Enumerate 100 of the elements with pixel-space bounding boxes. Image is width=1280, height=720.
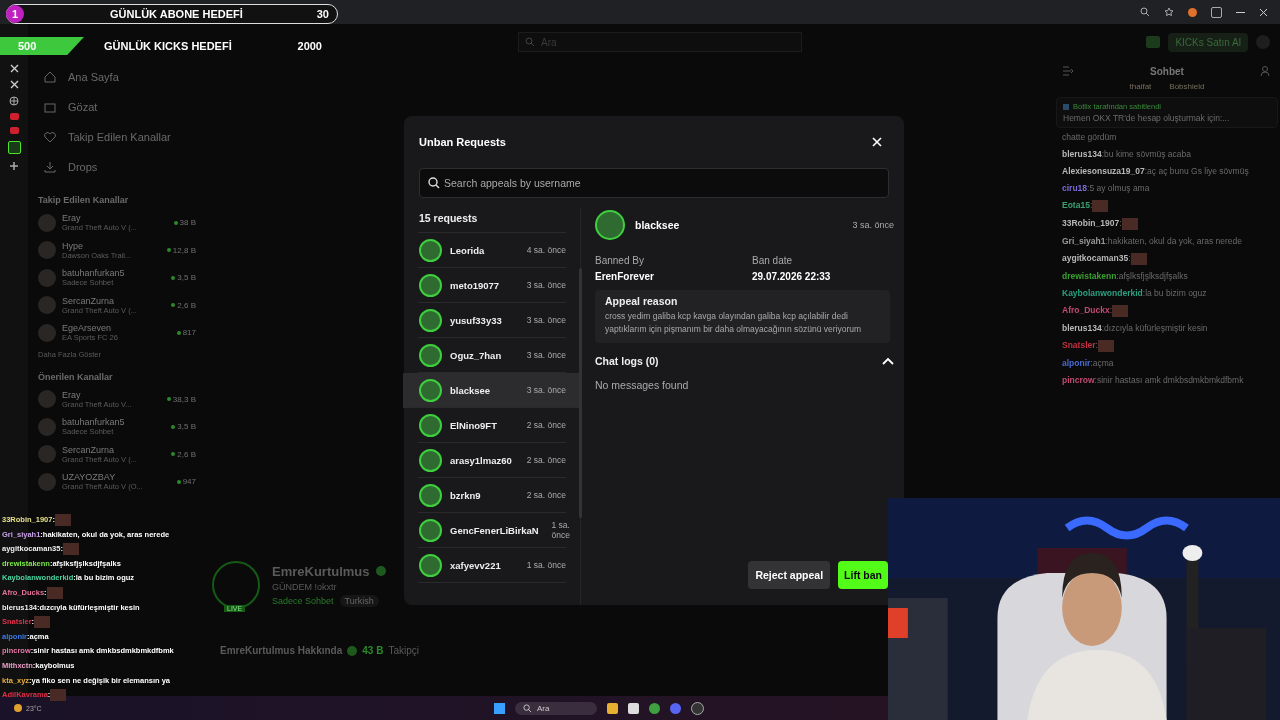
close-icon[interactable] — [1259, 7, 1268, 17]
tv-icon — [44, 101, 56, 113]
nav-item[interactable]: Drops — [38, 152, 200, 182]
search-field[interactable]: Ara — [515, 701, 598, 715]
search-field[interactable]: Search appeals by username — [419, 168, 889, 198]
emote-icon — [1130, 253, 1147, 266]
live-dot-icon — [171, 275, 176, 280]
avatar-icon — [419, 308, 442, 332]
request-item[interactable]: bzrkn9 2 sa. önce — [418, 478, 566, 513]
nav-item[interactable]: Ana Sayfa — [38, 62, 200, 92]
collapse-icon[interactable] — [1062, 66, 1074, 76]
zoom-icon[interactable] — [1140, 7, 1150, 17]
avatar-icon — [38, 417, 56, 436]
live-dot-icon — [166, 397, 171, 402]
avatar-icon — [38, 390, 56, 409]
emote-icon — [1112, 305, 1129, 318]
follower-count: 43 B — [362, 645, 384, 656]
goal-label: GÜNLÜK KICKS HEDEFİ — [104, 40, 233, 52]
users-icon[interactable] — [1260, 65, 1272, 77]
request-item[interactable]: xafyevv221 1 sa. önce — [418, 548, 566, 583]
request-item[interactable]: arasy1lmaz60 2 sa. önce — [418, 443, 566, 478]
plus-icon[interactable] — [9, 161, 19, 171]
chat-message: alponir:açma — [1062, 358, 1115, 370]
avatar-icon — [38, 445, 56, 464]
buy-button[interactable]: KICKs Satın Al — [1168, 32, 1248, 52]
request-item[interactable]: Leorida 4 sa. önce — [418, 233, 566, 268]
goal-target: 2000 — [297, 40, 322, 52]
gifter-name[interactable]: thaifat — [1129, 82, 1152, 91]
chat-message: aygitkocaman35: — [1062, 253, 1272, 266]
avatar-icon — [38, 268, 56, 287]
empty-message: No messages found — [595, 378, 690, 391]
chat-message: Snatsler: — [1062, 340, 1272, 353]
heart-icon — [44, 131, 56, 143]
emote-icon — [1097, 340, 1114, 353]
avatar-icon — [419, 413, 442, 437]
avatar-icon — [419, 273, 442, 297]
search-icon — [525, 37, 535, 47]
chat-logs-toggle[interactable]: Chat logs (0) — [595, 354, 894, 367]
request-item[interactable]: meto19077 3 sa. önce — [418, 268, 566, 303]
chat-message: Eota15: — [1062, 200, 1272, 213]
emote-icon — [54, 514, 71, 526]
cross-icon[interactable] — [9, 80, 19, 89]
emote-icon — [46, 587, 63, 599]
goal-count: 500 — [0, 37, 84, 55]
field-value: ErenForever — [595, 271, 655, 282]
avatar-icon — [38, 472, 56, 491]
request-item[interactable]: yusuf33y33 3 sa. önce — [418, 303, 566, 338]
avatar-icon — [38, 241, 56, 260]
avatar-icon — [595, 210, 625, 240]
lift-ban-button[interactable]: Lift ban — [838, 561, 888, 589]
request-count: 15 requests — [418, 211, 479, 226]
chat-message: blerus134:dızcıyla küfürleşmiştir kesin — [1062, 323, 1209, 335]
category-link[interactable]: Sadece Sohbet — [272, 595, 334, 606]
emote-icon — [34, 616, 51, 629]
gifter-name[interactable]: Bobshield — [1169, 82, 1205, 91]
avatar-icon — [419, 378, 442, 402]
live-dot-icon — [166, 248, 171, 253]
emote-icon — [62, 543, 79, 556]
stream-title: GÜNDEM !okxtr — [272, 581, 338, 592]
globe-icon[interactable] — [9, 96, 19, 106]
nav-item[interactable]: Takip Edilen Kanallar — [38, 122, 200, 152]
live-dot-icon — [171, 303, 176, 308]
star-icon[interactable] — [1164, 7, 1174, 17]
field-label: Ban date — [752, 255, 794, 266]
about-title: EmreKurtulmus Hakkında — [220, 645, 343, 656]
avatar-icon — [419, 343, 442, 367]
emote-icon — [1121, 218, 1138, 231]
avatar-icon — [419, 238, 442, 262]
chat-message: ciru18:5 ay olmuş ama — [1062, 183, 1151, 195]
avatar-icon — [38, 213, 56, 232]
request-time: 3 sa. önce — [852, 220, 894, 230]
avatar-icon — [419, 553, 442, 577]
chat-message: drewistakenn:afşlksfjşlksdjfşalks — [1062, 271, 1189, 283]
field-value: 29.07.2026 22:33 — [752, 271, 832, 282]
verified-icon — [347, 645, 358, 656]
avatar-icon — [419, 448, 442, 472]
emote-icon — [1092, 200, 1109, 213]
chat-message: pincrow:sinir hastası amk dmkbsdmkbmkdfbmk — [1062, 375, 1245, 387]
minimize-icon[interactable] — [1236, 11, 1245, 13]
verified-icon — [375, 566, 386, 576]
live-dot-icon — [176, 479, 181, 484]
request-item[interactable]: blacksee 3 sa. önce — [403, 373, 580, 408]
emote-icon — [50, 689, 67, 702]
app-icon[interactable] — [7, 141, 21, 154]
language-tag[interactable]: Turkish — [339, 594, 379, 607]
avatar-icon — [419, 518, 442, 542]
chat-message: Alexiesonsuza19_07:aç aç bunu Gs liye sövmüş — [1062, 166, 1250, 178]
request-item[interactable]: ElNino9FT 2 sa. önce — [418, 408, 566, 443]
reject-button[interactable]: Reject appeal — [748, 561, 831, 589]
avatar-icon — [38, 296, 56, 315]
chat-message: Kaybolanwonderkid:la bu bizim oguz — [1062, 288, 1208, 300]
search-icon — [523, 703, 532, 713]
dialog-title: Unban Requests — [419, 136, 506, 148]
nav-item[interactable]: Gözat — [38, 92, 200, 122]
goal-label: GÜNLÜK ABONE HEDEFİ — [110, 8, 244, 20]
avatar-icon — [419, 483, 442, 507]
section-title: Önerilen Kanallar — [38, 371, 114, 382]
cross-icon[interactable] — [9, 64, 19, 73]
extension-icon[interactable] — [1188, 7, 1197, 17]
extension-icon[interactable] — [1211, 6, 1222, 18]
